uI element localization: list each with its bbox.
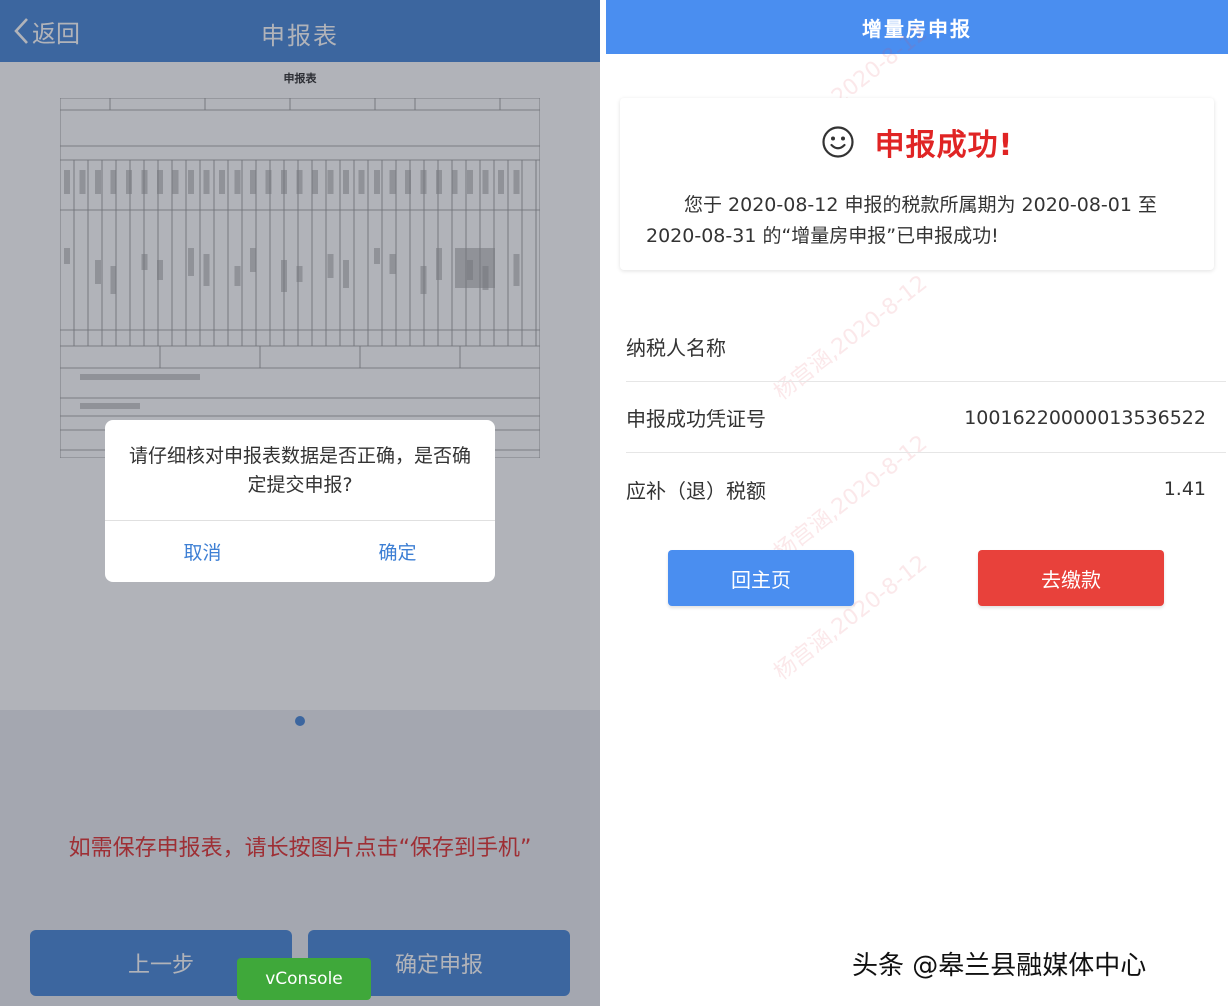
info-label: 应补（退）税额 — [626, 478, 766, 503]
info-label: 纳税人名称 — [626, 336, 726, 360]
dialog-cancel-button[interactable]: 取消 — [105, 521, 300, 582]
left-phone-screen: 返回 申报表 申报表 如需保存申报表，请长按图片点击“保存到手机” 上一步 确定… — [0, 0, 600, 1006]
info-row-taxpayer: 纳税人名称 — [626, 312, 1226, 382]
success-card: 申报成功! 您于 2020-08-12 申报的税款所属期为 2020-08-01… — [620, 98, 1214, 270]
info-value: 10016220000013536522 — [964, 406, 1206, 429]
home-button[interactable]: 回主页 — [668, 550, 854, 606]
source-credit: 头条 @皋兰县融媒体中心 — [852, 951, 1147, 981]
success-message: 您于 2020-08-12 申报的税款所属期为 2020-08-01 至 202… — [646, 194, 1157, 247]
success-title: 申报成功! — [874, 128, 1014, 163]
dialog-message: 请仔细核对申报表数据是否正确，是否确定提交申报? — [128, 445, 471, 496]
right-phone-screen: 增量房申报 杨宫涵,2020-8-12 杨宫涵,2020-8-12 杨宫涵,20… — [606, 0, 1230, 1006]
info-row-tax-amount: 应补（退）税额 1.41 — [626, 454, 1226, 524]
dialog-ok-button[interactable]: 确定 — [300, 521, 495, 582]
right-header-bar: 增量房申报 — [606, 0, 1228, 54]
info-row-voucher: 申报成功凭证号 10016220000013536522 — [626, 383, 1226, 453]
info-value: 1.41 — [1163, 478, 1206, 500]
pay-button[interactable]: 去缴款 — [978, 550, 1164, 606]
confirm-dialog: 请仔细核对申报表数据是否正确，是否确定提交申报? 取消 确定 — [105, 420, 495, 582]
info-label: 申报成功凭证号 — [626, 407, 766, 431]
vconsole-button[interactable]: vConsole — [237, 958, 371, 1000]
smile-icon — [822, 126, 854, 158]
